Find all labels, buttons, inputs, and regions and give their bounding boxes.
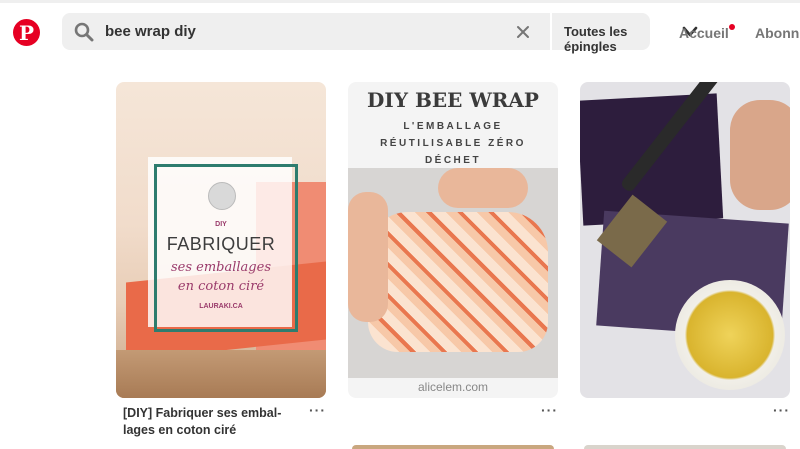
pin-image-table xyxy=(116,350,326,398)
pin-caption[interactable]: [DIY] Fabriquer ses embal- lages en coto… xyxy=(123,405,293,439)
pin-image-hand xyxy=(438,168,528,208)
pin-card[interactable] xyxy=(580,82,790,398)
pin-caption-line: [DIY] Fabriquer ses embal- xyxy=(123,406,282,420)
more-options-icon[interactable]: ··· xyxy=(541,402,558,418)
pin-source-domain[interactable]: alicelem.com xyxy=(348,380,558,394)
pin-image-hand xyxy=(348,192,388,322)
nav-home-link[interactable]: Accueil xyxy=(679,25,729,41)
pin-image-hand xyxy=(730,100,790,210)
search-bar[interactable]: bee wrap diy Toutes les épingles xyxy=(62,13,698,54)
avatar-icon xyxy=(208,182,236,210)
pin-overlay-subtitle: ses emballages en coton ciré xyxy=(116,258,326,296)
pin-card[interactable]: DIY BEE WRAP L'EMBALLAGE RÉUTILISABLE ZÉ… xyxy=(348,82,558,398)
search-scope-dropdown[interactable]: Toutes les épingles xyxy=(564,24,650,54)
nav-subscriptions-link[interactable]: Abonn xyxy=(755,25,799,41)
pin-card-partial[interactable] xyxy=(352,445,554,449)
more-options-icon[interactable]: ··· xyxy=(773,402,790,418)
more-options-icon[interactable]: ··· xyxy=(309,402,326,418)
pin-overlay-subtitle-line: DÉCHET xyxy=(424,155,482,166)
pin-overlay-subtitle-line: en coton ciré xyxy=(177,279,265,294)
top-divider xyxy=(0,0,800,3)
pin-overlay-category: DIY xyxy=(215,221,227,228)
pin-overlay-title: FABRIQUER xyxy=(166,234,276,254)
pin-overlay-subtitle-line: L'EMBALLAGE xyxy=(403,121,503,132)
pin-overlay-subtitle-line: RÉUTILISABLE ZÉRO xyxy=(380,138,526,149)
pinterest-logo[interactable]: P xyxy=(13,19,40,46)
pin-card[interactable]: DIY FABRIQUER ses emballages en coton ci… xyxy=(116,82,326,398)
pin-overlay-subtitle-line: ses emballages xyxy=(170,260,271,275)
pinterest-logo-glyph: P xyxy=(18,21,35,45)
search-input[interactable]: bee wrap diy xyxy=(105,23,196,40)
pin-overlay-title: DIY BEE WRAP xyxy=(367,88,539,112)
pin-overlay-site: LAURAKI.CA xyxy=(199,303,243,310)
pin-image-wrapped-bowl xyxy=(368,212,548,352)
pin-caption-line: lages en coton ciré xyxy=(123,423,237,437)
pin-card-partial[interactable] xyxy=(584,445,786,449)
pin-image-wax-jar xyxy=(675,280,785,390)
notification-dot xyxy=(729,24,735,30)
pin-overlay-subtitle: L'EMBALLAGE RÉUTILISABLE ZÉRO DÉCHET xyxy=(348,118,558,169)
clear-search-icon[interactable] xyxy=(514,23,532,41)
search-divider xyxy=(550,13,552,50)
search-icon xyxy=(74,22,94,42)
